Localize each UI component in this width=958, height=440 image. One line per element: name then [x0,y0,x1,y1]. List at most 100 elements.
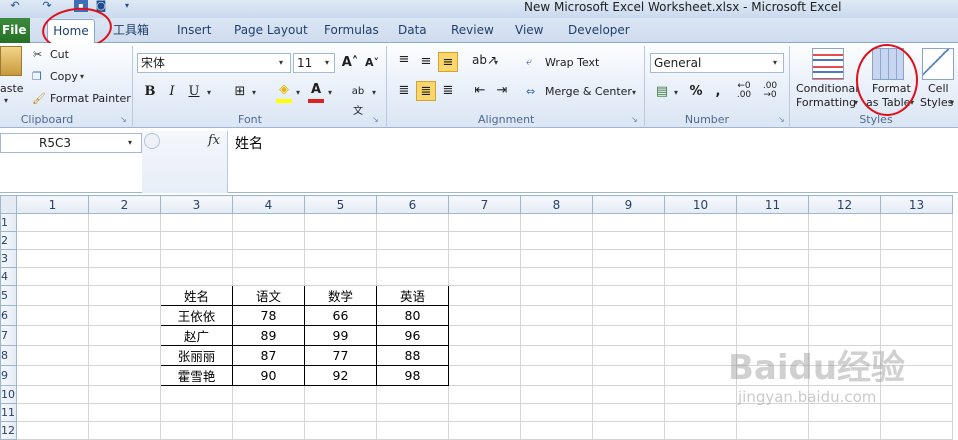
undo-icon[interactable]: ↶ [8,0,22,12]
cell[interactable] [448,325,521,346]
cell[interactable] [520,305,593,326]
wrap-text-button[interactable]: Wrap Text [545,56,599,70]
cell[interactable] [88,267,161,286]
font-color-dropdown-icon[interactable]: ▾ [328,88,332,97]
cell[interactable] [16,267,89,286]
cell[interactable] [736,305,809,326]
cell[interactable] [16,285,89,306]
orientation-icon[interactable]: ab↗ [472,50,497,70]
cell[interactable] [304,403,377,422]
decrease-decimal-icon[interactable]: .00 →0 [760,82,780,102]
tab-formulas[interactable]: Formulas [324,21,379,41]
cut-button[interactable]: Cut [50,48,69,62]
fill-color-dropdown-icon[interactable]: ▾ [296,88,300,97]
cell[interactable] [520,421,593,440]
cell[interactable] [520,213,593,232]
column-header[interactable]: 3 [160,195,233,214]
table-data-cell[interactable]: 赵广 [160,325,233,346]
cell[interactable] [376,421,449,440]
formula-input[interactable]: 姓名 [235,133,263,153]
column-header[interactable]: 12 [808,195,881,214]
cell[interactable] [664,213,737,232]
cell[interactable] [736,231,809,250]
fill-color-icon[interactable]: ◈ [274,80,294,100]
cell[interactable] [88,385,161,404]
font-name-select[interactable]: 宋体 [137,53,291,73]
cell[interactable] [232,403,305,422]
tab-view[interactable]: View [515,21,543,41]
cell[interactable] [808,421,881,440]
cell[interactable] [16,305,89,326]
cell[interactable] [664,267,737,286]
table-data-cell[interactable]: 98 [376,365,449,386]
table-data-cell[interactable]: 66 [304,305,377,326]
cell[interactable] [520,403,593,422]
align-middle-icon[interactable]: ≡ [416,52,436,72]
cell[interactable] [88,365,161,386]
cell[interactable] [160,421,233,440]
cell[interactable] [664,385,737,404]
cell[interactable] [520,285,593,306]
scissors-icon[interactable]: ✂ [33,48,42,62]
insert-function-button[interactable]: fx [208,133,220,148]
conditional-formatting-dropdown-icon[interactable]: ▾ [854,98,858,107]
cell-styles-icon[interactable] [922,48,954,80]
underline-button[interactable]: U [184,82,204,102]
row-header[interactable]: 10 [0,385,17,404]
cell[interactable] [592,213,665,232]
cell[interactable] [448,365,521,386]
cell[interactable] [88,285,161,306]
cell[interactable] [880,285,953,306]
cell-styles-dropdown-icon[interactable]: ▾ [950,98,954,107]
paste-button-label[interactable]: aste [0,82,24,96]
cell[interactable] [736,267,809,286]
row-header[interactable]: 6 [0,305,17,326]
table-header-cell[interactable]: 数学 [304,285,377,306]
table-data-cell[interactable]: 霍雪艳 [160,365,233,386]
cell[interactable] [592,231,665,250]
cell[interactable] [520,385,593,404]
cell[interactable] [808,249,881,268]
cell[interactable] [88,325,161,346]
tab-page-layout[interactable]: Page Layout [234,21,308,41]
column-header[interactable]: 8 [520,195,593,214]
cell[interactable] [664,403,737,422]
cell[interactable] [304,231,377,250]
font-color-icon[interactable]: A [306,80,326,100]
table-data-cell[interactable]: 张丽丽 [160,345,233,366]
cell[interactable] [88,249,161,268]
cell[interactable] [88,231,161,250]
cell[interactable] [376,231,449,250]
increase-decimal-icon[interactable]: ←0.00 [734,82,754,102]
column-header[interactable]: 13 [880,195,953,214]
cell[interactable] [736,403,809,422]
cell[interactable] [376,267,449,286]
accounting-dropdown-icon[interactable]: ▾ [674,88,678,97]
name-box[interactable]: R5C3 [0,133,142,153]
cell[interactable] [16,345,89,366]
cell[interactable] [808,403,881,422]
cell[interactable] [592,285,665,306]
column-header[interactable]: 6 [376,195,449,214]
cell[interactable] [304,249,377,268]
customize-dropdown-icon[interactable]: ▾ [120,0,134,12]
bold-button[interactable]: B [140,82,160,102]
increase-indent-icon[interactable]: ⇥ [492,81,512,101]
cell[interactable] [88,345,161,366]
borders-dropdown-icon[interactable]: ▾ [252,88,256,97]
cell[interactable] [16,385,89,404]
column-header[interactable]: 11 [736,195,809,214]
font-launcher-icon[interactable]: ↘ [372,115,379,124]
cell[interactable] [232,385,305,404]
cell[interactable] [736,421,809,440]
cell[interactable] [808,305,881,326]
cell[interactable] [664,249,737,268]
cell[interactable] [88,421,161,440]
redo-icon[interactable]: ↷ [40,0,54,12]
cell[interactable] [592,345,665,366]
column-header[interactable]: 9 [592,195,665,214]
table-data-cell[interactable]: 80 [376,305,449,326]
tab-file[interactable]: File [0,18,30,43]
align-top-icon[interactable]: ≡ [394,50,414,70]
number-launcher-icon[interactable]: ↘ [778,115,785,124]
